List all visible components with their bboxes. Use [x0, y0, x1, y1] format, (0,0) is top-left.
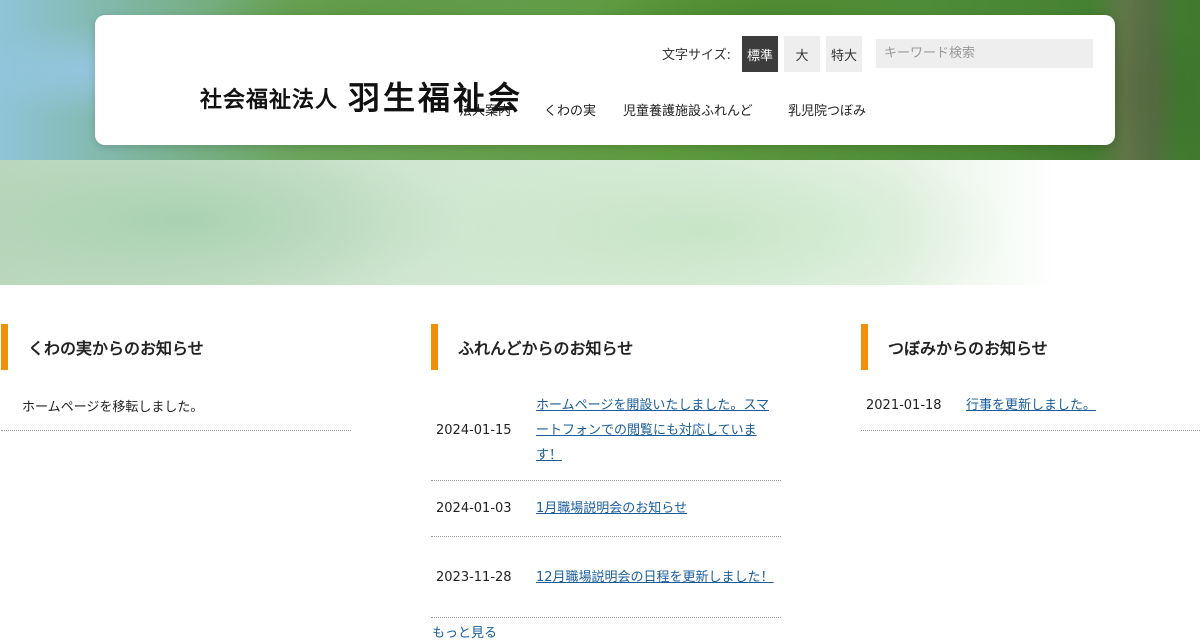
nav-friend[interactable]: 児童養護施設ふれんど — [623, 100, 753, 119]
list-item: 2023-11-28 12月職場説明会の日程を更新しました！ — [431, 537, 781, 618]
tsubomi-news-title: つぼみからのお知らせ — [861, 324, 1200, 370]
site-header: 社会福祉法人羽生福祉会 文字サイズ: 標準 大 特大 法人案内 くわの実 児童養… — [95, 15, 1115, 145]
news-date: 2024-01-03 — [436, 501, 512, 516]
nav-corporate-info[interactable]: 法人案内 — [459, 100, 511, 119]
news-text: ホームページを移転しました。 — [22, 399, 204, 415]
logo-corp-type: 社会福祉法人 — [200, 87, 339, 113]
kuwanomi-news-list: ホームページを移転しました。 — [1, 380, 351, 431]
news-date: 2021-01-18 — [866, 397, 942, 413]
news-link[interactable]: 行事を更新しました。 — [966, 393, 1200, 418]
friend-news-list: 2024-01-15 ホームページを開設いたしました。スマートフォンでの閲覧にも… — [431, 380, 781, 618]
tsubomi-news-list: 2021-01-18 行事を更新しました。 — [861, 380, 1200, 431]
font-size-xlarge-button[interactable]: 特大 — [826, 36, 862, 72]
list-item: 2021-01-18 行事を更新しました。 — [861, 380, 1200, 431]
font-size-standard-button[interactable]: 標準 — [742, 36, 778, 72]
hero-banner — [0, 160, 1200, 285]
news-link[interactable]: 12月職場説明会の日程を更新しました！ — [536, 565, 781, 590]
list-item: 2024-01-15 ホームページを開設いたしました。スマートフォンでの閲覧にも… — [431, 380, 781, 481]
keyword-search-input[interactable] — [876, 39, 1093, 68]
news-date: 2023-11-28 — [436, 569, 512, 585]
nav-kuwanomi[interactable]: くわの実 — [544, 100, 596, 119]
font-size-large-button[interactable]: 大 — [784, 36, 820, 72]
news-link[interactable]: ホームページを開設いたしました。スマートフォンでの閲覧にも対応しています！ — [536, 393, 781, 468]
list-item: 2024-01-03 1月職場説明会のお知らせ — [431, 481, 781, 537]
kuwanomi-news-title: くわの実からのお知らせ — [1, 324, 351, 370]
news-link[interactable]: 1月職場説明会のお知らせ — [536, 496, 781, 521]
font-size-label: 文字サイズ: — [662, 48, 731, 63]
friend-news-title: ふれんどからのお知らせ — [431, 324, 781, 370]
list-item: ホームページを移転しました。 — [1, 380, 351, 431]
nav-tsubomi[interactable]: 乳児院つぼみ — [788, 100, 866, 119]
news-date: 2024-01-15 — [436, 422, 512, 438]
